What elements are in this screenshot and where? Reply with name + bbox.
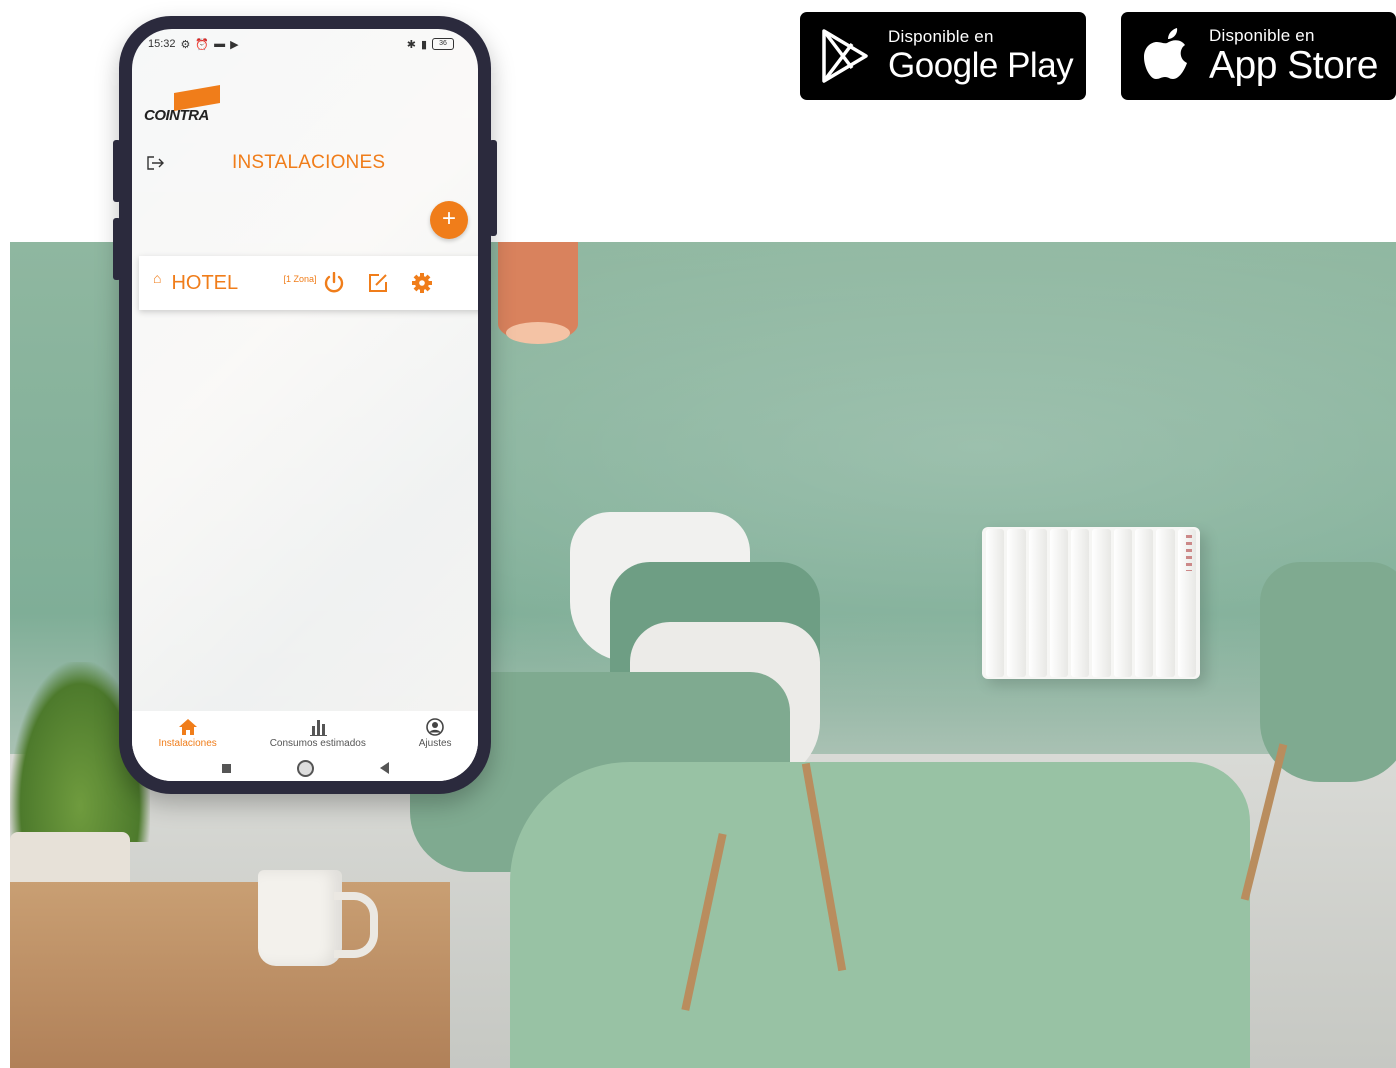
radiator-fin [1092, 529, 1111, 677]
edit-icon[interactable] [367, 272, 389, 294]
nav-label: Ajustes [418, 737, 452, 749]
radiator-fin [986, 529, 1005, 677]
battery-icon: 36 [432, 38, 454, 50]
recent-apps-icon[interactable] [221, 763, 231, 773]
google-play-caption: Disponible en [888, 26, 994, 46]
radiator-fin [1113, 529, 1133, 677]
phone-side-button [113, 140, 121, 202]
bottom-navigation: Instalaciones Consumos estimados Ajustes [132, 711, 478, 755]
home-icon [178, 718, 197, 735]
play-icon: ▶ [230, 38, 239, 51]
radiator-fin [1049, 529, 1069, 677]
app-store-title: App Store [1209, 43, 1378, 87]
gear-icon[interactable] [411, 272, 433, 294]
installation-name: HOTEL [171, 271, 239, 294]
android-navigation-bar [132, 755, 478, 781]
coffee-cup [258, 870, 342, 966]
alarm-icon: ⏰ [195, 38, 210, 51]
signal-icon: ▮ [420, 38, 427, 51]
radiator-image [982, 527, 1200, 679]
settings-icon: ⚙ [180, 38, 191, 51]
google-play-badge[interactable]: Disponible en Google Play [800, 12, 1086, 100]
apple-icon [1144, 28, 1187, 79]
nav-item-instalaciones[interactable]: Instalaciones [158, 718, 217, 749]
nav-item-ajustes[interactable]: Ajustes [418, 717, 452, 749]
logo-text: COINTRA [144, 107, 209, 124]
home-icon: ⌂ [153, 270, 162, 286]
status-bar: 15:32 ⚙ ⏰ ▬ ▶ ✱ ▮ 36 [132, 29, 478, 59]
bar-chart-icon [309, 719, 327, 736]
radiator-fin [1135, 529, 1154, 677]
chair [510, 762, 1250, 1068]
add-installation-button[interactable]: + [430, 201, 468, 239]
radiator-fin [1028, 529, 1047, 677]
phone-side-button [489, 140, 497, 236]
phone-side-button [113, 218, 121, 280]
coffee-cup-handle [334, 892, 378, 958]
user-circle-icon [426, 717, 444, 736]
page-title: INSTALACIONES [232, 152, 386, 173]
app-store-caption: Disponible en [1209, 25, 1315, 45]
zone-count: [1 Zona] [283, 274, 317, 284]
back-icon[interactable] [379, 762, 389, 774]
radiator-control-panel [1186, 535, 1192, 571]
app-store-badge[interactable]: Disponible en App Store [1121, 12, 1396, 100]
table [10, 882, 450, 1068]
google-play-title: Google Play [888, 45, 1074, 85]
nav-item-consumos[interactable]: Consumos estimados [270, 718, 366, 749]
phone-mockup: 15:32 ⚙ ⏰ ▬ ▶ ✱ ▮ 36 COINTRA INSTALACION… [113, 16, 497, 794]
radiator-fin [1007, 529, 1026, 677]
installation-card[interactable]: ⌂ HOTEL [1 Zona] [139, 256, 478, 310]
cointra-logo: COINTRA [144, 81, 224, 124]
radiator-fin [1156, 529, 1175, 677]
nav-label: Instalaciones [158, 737, 217, 749]
app-screen: 15:32 ⚙ ⏰ ▬ ▶ ✱ ▮ 36 COINTRA INSTALACION… [132, 29, 478, 781]
status-time: 15:32 [148, 38, 176, 50]
google-play-icon [822, 29, 868, 83]
logout-icon[interactable] [146, 155, 166, 171]
pendant-lamp-glow [506, 322, 570, 344]
power-icon[interactable] [323, 272, 345, 294]
nav-label: Consumos estimados [269, 737, 366, 749]
radiator-fin [1071, 529, 1090, 677]
bluetooth-icon: ✱ [406, 38, 416, 51]
video-icon: ▬ [214, 38, 226, 50]
home-button-icon[interactable] [296, 759, 314, 777]
